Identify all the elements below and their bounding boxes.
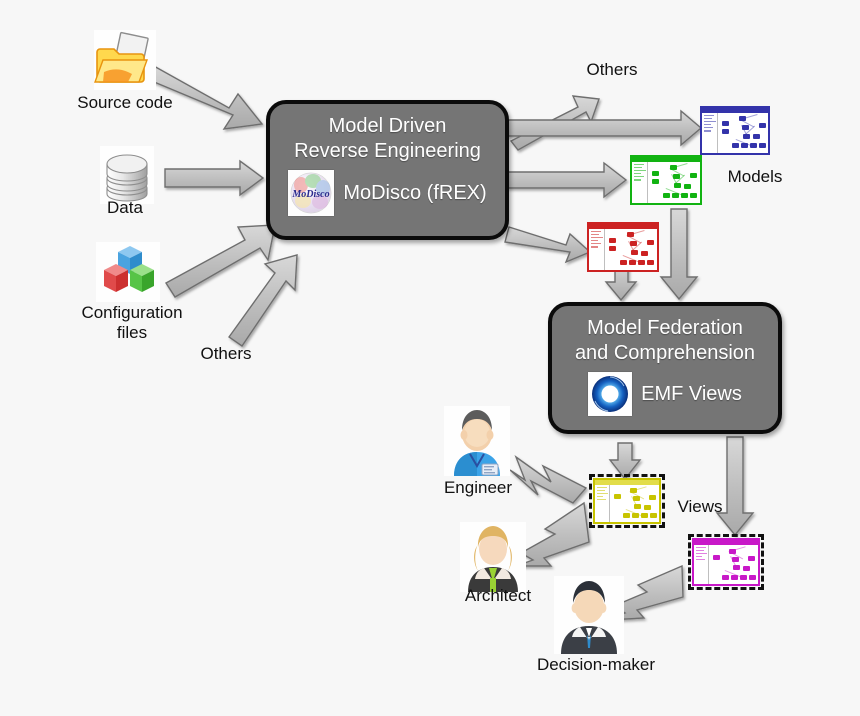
arrow-mdre-to-model-blue [507, 109, 703, 147]
folder-icon [94, 30, 156, 90]
label-others-output: Others [586, 60, 638, 79]
model-blue[interactable] [700, 106, 770, 155]
model-red[interactable] [587, 222, 659, 272]
label-architect: Architect [464, 586, 532, 605]
cubes-icon [96, 242, 160, 302]
federation-title: Model Federation and Comprehension [574, 317, 756, 364]
arrow-federation-to-view-magenta [715, 436, 755, 537]
arrow-others-input-to-mdre [228, 254, 298, 347]
label-models: Models [727, 167, 783, 186]
box-model-driven-reverse-engineering[interactable]: Model Driven Reverse Engineering MoDisco… [266, 100, 509, 240]
label-engineer: Engineer [443, 478, 513, 497]
database-icon [100, 146, 154, 204]
svg-text:MoDisco: MoDisco [292, 189, 330, 200]
arrow-mdre-to-model-red [504, 226, 592, 264]
label-source-code: Source code [77, 93, 173, 112]
label-decision-maker: Decision-maker [536, 655, 656, 674]
label-configuration-files: Configuration files [81, 303, 183, 342]
architect-avatar [460, 522, 526, 592]
diagram-canvas: Source code Data Configuration files Oth… [0, 0, 860, 716]
label-views: Views [677, 497, 723, 516]
view-magenta[interactable] [692, 538, 760, 586]
mdre-title: Model Driven Reverse Engineering [294, 115, 481, 162]
arrow-view-yellow-to-architect [515, 501, 590, 567]
arrow-model-green-to-federation [659, 208, 699, 301]
modisco-logo: MoDisco [288, 170, 335, 216]
label-data: Data [107, 198, 143, 217]
mdre-tool-label: MoDisco (fREX) [343, 181, 487, 204]
federation-tool-label: EMF Views [641, 382, 742, 405]
arrow-mdre-to-model-green [507, 161, 628, 199]
engineer-avatar [444, 406, 510, 476]
emf-views-logo [588, 372, 633, 416]
decision-maker-avatar [554, 576, 624, 654]
label-others-input: Others [200, 344, 252, 363]
arrow-data-to-mdre [164, 159, 265, 197]
arrow-mdre-to-others-output [509, 95, 600, 151]
arrow-config-files-to-mdre [165, 224, 276, 298]
view-yellow[interactable] [593, 478, 661, 524]
model-green[interactable] [630, 155, 702, 205]
box-model-federation-and-comprehension[interactable]: Model Federation and Comprehension EMF V… [548, 302, 782, 434]
